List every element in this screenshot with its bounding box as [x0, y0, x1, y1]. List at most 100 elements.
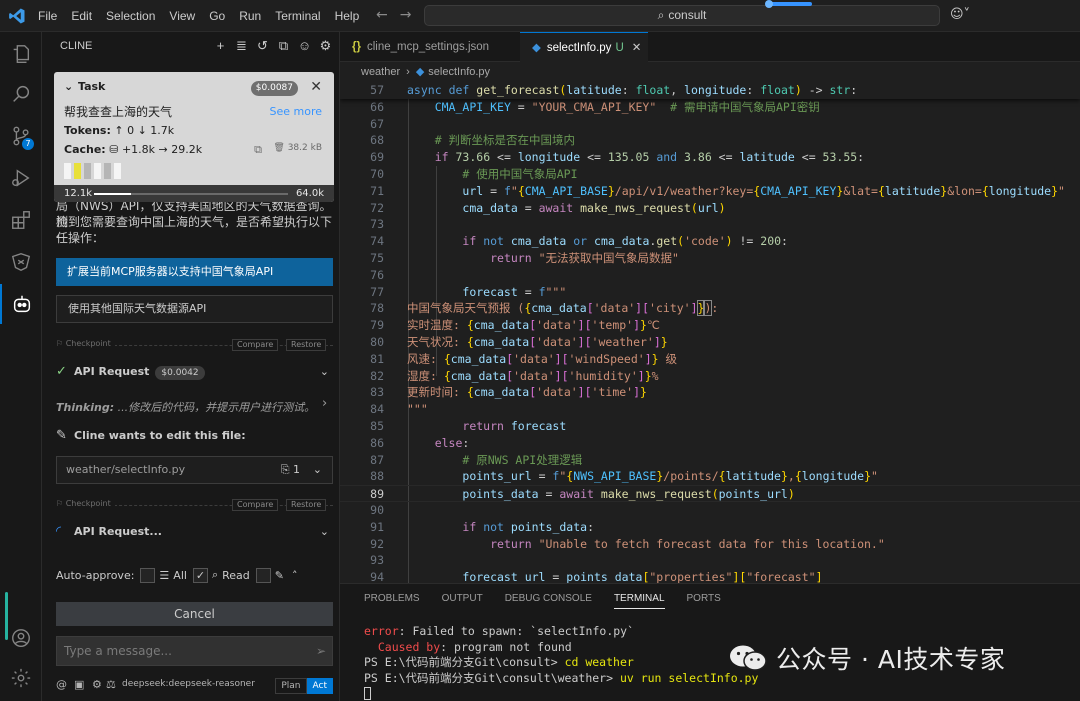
vscode-logo-icon	[9, 8, 25, 24]
image-icon[interactable]: ▣	[74, 678, 84, 691]
plan-act-toggle[interactable]: Plan Act	[275, 678, 333, 694]
copilot-icon[interactable]: ☺˅	[950, 7, 970, 22]
chevron-down-icon[interactable]: ⌄	[320, 363, 329, 381]
command-center-search[interactable]: ⌕ consult	[424, 5, 940, 26]
new-task-plus-icon[interactable]: +	[213, 38, 228, 54]
remote-explorer-icon[interactable]	[0, 242, 42, 282]
tab-selectinfo[interactable]: ◆ selectInfo.py U ✕	[520, 32, 648, 62]
tab-problems[interactable]: PROBLEMS	[364, 593, 420, 609]
cline-title: CLINE	[60, 40, 93, 52]
panel-tabs: PROBLEMS OUTPUT DEBUG CONSOLE TERMINAL P…	[364, 593, 743, 609]
code-line: 94 forecast_url = points_data["propertie…	[370, 570, 823, 583]
settings-gear-icon[interactable]: ⚙	[318, 38, 333, 54]
chevron-right-icon[interactable]: ›	[322, 396, 327, 411]
thinking-row[interactable]: Thinking: ...修改后的代码，并提示用户进行测试。	[56, 399, 315, 415]
account-icon[interactable]: ☺	[297, 38, 312, 54]
model-selector[interactable]: deepseek:deepseek-reasoner	[122, 679, 255, 689]
option-button-other-api[interactable]: 使用其他国际天气数据源API	[56, 295, 333, 323]
menu-selection[interactable]: Selection	[106, 9, 155, 23]
plan-mode[interactable]: Plan	[275, 678, 307, 694]
code-editor[interactable]: 57 async def get_forecast(latitude: float…	[340, 82, 1080, 583]
run-debug-icon[interactable]	[0, 158, 42, 198]
mcp-servers-icon[interactable]: ≣	[234, 38, 249, 54]
code-line: 86 else:	[370, 435, 470, 450]
context-used: 12.1k	[64, 188, 93, 199]
code-line: 66 CMA_API_KEY = "YOUR_CMA_API_KEY" # 需申…	[370, 99, 820, 114]
forward-arrow-icon[interactable]: →	[400, 7, 412, 23]
rules-icon[interactable]: ⚖	[106, 678, 116, 691]
popout-icon[interactable]: ⧉	[276, 38, 291, 54]
restore-button[interactable]: Restore	[286, 499, 327, 511]
search-icon: ⌕	[211, 568, 219, 581]
restore-button[interactable]: Restore	[286, 339, 327, 351]
chat-message-line: 一操作：	[56, 231, 105, 245]
menu-terminal[interactable]: Terminal	[275, 9, 320, 23]
menu-help[interactable]: Help	[335, 9, 360, 23]
menu-bar: File Edit Selection View Go Run Terminal…	[38, 0, 373, 32]
code-line: 91 if not points_data:	[370, 519, 595, 534]
option-button-extend-mcp[interactable]: 扩展当前MCP服务器以支持中国气象局API	[56, 258, 333, 286]
at-mention-icon[interactable]: @	[56, 678, 67, 691]
menu-run[interactable]: Run	[239, 9, 261, 23]
code-line: 92 return "Unable to fetch forecast data…	[370, 536, 885, 551]
cancel-button[interactable]: Cancel	[56, 602, 333, 626]
python-file-icon: ◆	[532, 42, 541, 54]
chevron-up-icon[interactable]: ˄	[292, 569, 298, 582]
wechat-logo-icon	[730, 645, 767, 671]
task-header[interactable]: ⌄ Task $0.0087 ✕	[64, 79, 324, 100]
menu-go[interactable]: Go	[209, 9, 225, 23]
menu-edit[interactable]: Edit	[71, 9, 92, 23]
tab-terminal[interactable]: TERMINAL	[613, 593, 665, 609]
chevron-down-icon[interactable]: ⌄	[313, 457, 322, 483]
chevron-down-icon[interactable]: ⌄	[320, 523, 329, 541]
api-request-pending-row[interactable]: ◜ API Request... ⌄	[56, 523, 333, 541]
edit-checkbox[interactable]	[255, 567, 271, 583]
all-checkbox[interactable]: ✓	[192, 567, 208, 583]
all-label: All	[173, 568, 187, 582]
breadcrumb-folder[interactable]: weather	[361, 66, 400, 78]
database-icon: ⛁	[109, 143, 119, 156]
account-icon[interactable]	[0, 618, 42, 658]
activity-bar: 7	[0, 32, 42, 701]
history-icon[interactable]: ↺	[255, 38, 270, 54]
cline-robot-icon[interactable]	[0, 284, 42, 324]
spinner-icon: ◜	[56, 524, 62, 539]
chat-body: 局（NWS）API，仅支持美国地区的天气数据查询。检 测到您需要查询中国上海的天…	[42, 200, 340, 565]
message-input[interactable]: Type a message... ➢	[56, 636, 333, 666]
close-task-icon[interactable]: ✕	[310, 79, 322, 95]
api-request-row[interactable]: ✓ API Request $0.0042 ⌄	[56, 363, 333, 381]
copy-icon[interactable]: ⧉	[254, 143, 262, 157]
code-line: 57 async def get_forecast(latitude: float…	[340, 82, 1080, 99]
code-line: 85 return forecast	[370, 419, 567, 433]
code-line: 69 if 73.66 <= longitude <= 135.05 and 3…	[370, 150, 865, 165]
edit-file-box[interactable]: weather/selectInfo.py ⎘ 1 ⌄	[56, 456, 333, 484]
tab-debug-console[interactable]: DEBUG CONSOLE	[505, 593, 592, 609]
manage-gear-icon[interactable]	[0, 658, 42, 698]
terminal-output[interactable]: error: Failed to spawn: `selectInfo.py` …	[364, 624, 758, 701]
breadcrumb-file[interactable]: selectInfo.py	[428, 66, 490, 78]
act-mode[interactable]: Act	[306, 678, 333, 694]
python-file-icon: ◆	[415, 66, 425, 78]
source-control-icon[interactable]: 7	[0, 116, 42, 156]
extensions-icon[interactable]	[0, 200, 42, 240]
auto-approve-checkbox[interactable]	[140, 567, 156, 583]
tab-output[interactable]: OUTPUT	[442, 593, 483, 609]
code-line: 93	[370, 553, 384, 568]
explorer-icon[interactable]	[0, 34, 42, 74]
see-more-link[interactable]: See more	[269, 105, 322, 118]
task-label: Task	[78, 80, 106, 93]
tab-cline-mcp-settings[interactable]: {} cline_mcp_settings.json	[340, 32, 508, 62]
send-icon[interactable]: ➢	[316, 637, 326, 665]
close-tab-icon[interactable]: ✕	[632, 42, 642, 54]
compare-button[interactable]: Compare	[232, 339, 279, 351]
back-arrow-icon[interactable]: ←	[376, 7, 388, 23]
chevron-down-icon[interactable]: ⌄	[64, 80, 78, 93]
search-icon[interactable]	[0, 74, 42, 114]
tab-ports[interactable]: PORTS	[687, 593, 721, 609]
menu-view[interactable]: View	[169, 9, 195, 23]
compare-button[interactable]: Compare	[232, 499, 279, 511]
menu-file[interactable]: File	[38, 9, 57, 23]
mcp-icon[interactable]: ⚙	[92, 678, 102, 691]
edit-file-title: ✎ Cline wants to edit this file:	[56, 428, 246, 443]
code-line: 73	[370, 217, 384, 232]
